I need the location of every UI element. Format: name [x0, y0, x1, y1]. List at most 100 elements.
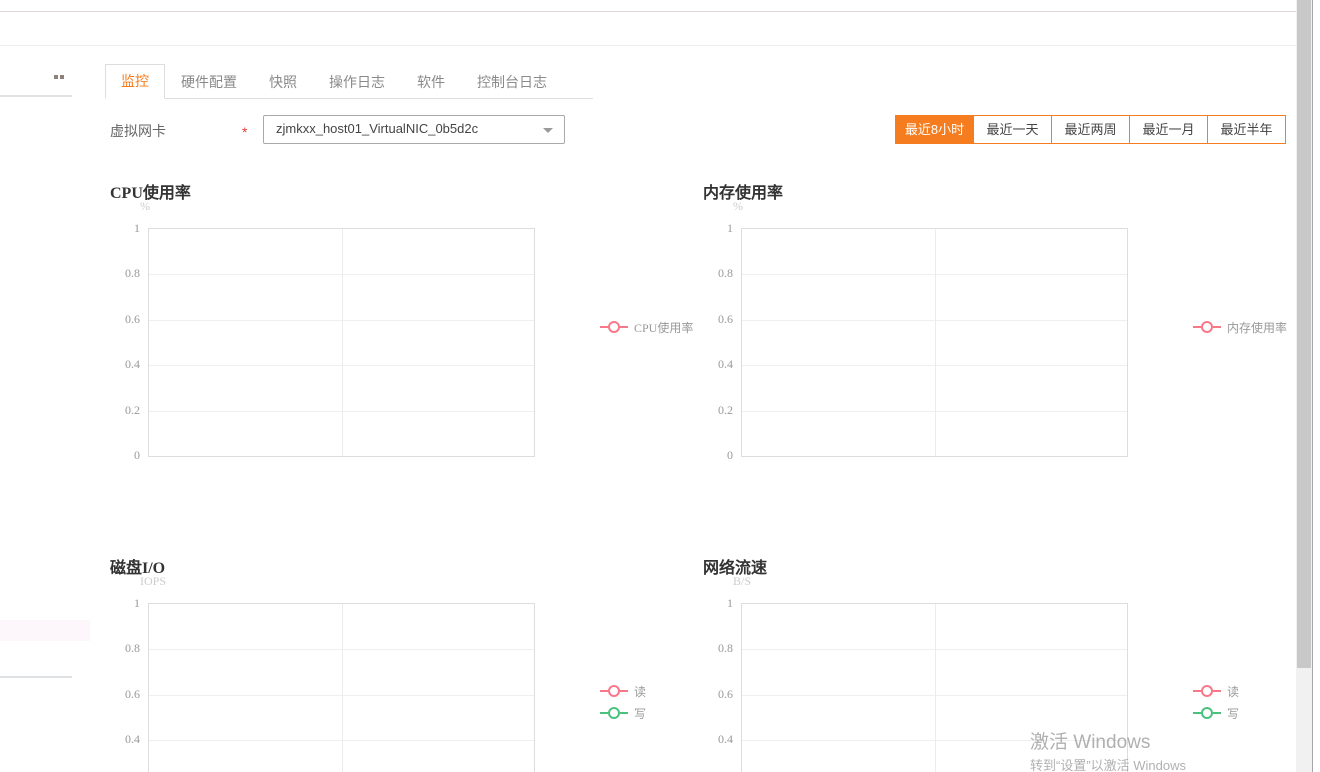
plot-area: [741, 228, 1128, 457]
left-panel-divider: [0, 95, 72, 97]
legend-marker-icon: [1213, 326, 1221, 328]
y-axis-tick: 1: [134, 596, 140, 610]
tab-operation-log[interactable]: 操作日志: [313, 66, 401, 98]
legend-item[interactable]: 写: [600, 702, 646, 724]
grid-line-vertical: [934, 604, 936, 772]
left-panel-divider-2: [0, 676, 72, 678]
time-range-6m-button[interactable]: 最近半年: [1207, 115, 1286, 144]
y-axis-tick: 1: [727, 596, 733, 610]
tab-snapshot[interactable]: 快照: [253, 66, 313, 98]
legend-marker-icon: [1193, 712, 1201, 714]
legend-marker-icon: [1193, 690, 1201, 692]
time-range-8h-button[interactable]: 最近8小时: [895, 115, 974, 144]
required-asterisk: *: [242, 124, 248, 140]
y-axis-tick: 0.8: [125, 266, 140, 281]
collapsed-menu-icon[interactable]: [54, 75, 68, 81]
y-axis-unit-label: B/S: [733, 574, 752, 588]
y-axis-tick: 0.8: [125, 641, 140, 656]
legend-item[interactable]: CPU使用率: [600, 316, 693, 338]
y-axis-tick: 0.4: [718, 357, 733, 372]
time-range-button-group: 最近8小时 最近一天 最近两周 最近一月 最近半年: [895, 115, 1286, 144]
y-axis-tick: 1: [727, 221, 733, 235]
grid-line-vertical: [341, 604, 343, 772]
tab-bar: 监控 硬件配置 快照 操作日志 软件 控制台日志: [105, 64, 593, 99]
y-axis-tick: 0.2: [125, 402, 140, 417]
chart-disk-io: 磁盘I/O IOPS 10.80.60.40.20 读写: [110, 538, 655, 772]
legend-marker-icon: [600, 690, 608, 692]
legend-marker-icon: [1193, 326, 1201, 328]
legend-marker-icon: [1213, 712, 1221, 714]
left-panel-highlight: [0, 620, 90, 641]
y-axis-tick: 0.4: [125, 732, 140, 747]
chart-legend: 读写: [1193, 680, 1239, 724]
tab-hardware-config[interactable]: 硬件配置: [165, 66, 253, 98]
legend-marker-icon: [600, 326, 608, 328]
virtual-nic-selected-value: zjmkxx_host01_VirtualNIC_0b5d2c: [276, 121, 479, 136]
legend-marker-icon: [1213, 690, 1221, 692]
chart-legend: 读写: [600, 680, 646, 724]
y-axis-tick: 1: [134, 221, 140, 235]
legend-marker-icon: [608, 321, 620, 333]
y-axis-tick: 0: [727, 448, 733, 462]
chart-cpu-usage: CPU使用率 % 1 0.8 0.6 0.4 0.2 0 CPU使用率: [110, 163, 693, 483]
chart-legend: 内存使用率: [1193, 316, 1287, 338]
legend-marker-icon: [620, 326, 628, 328]
chevron-down-icon: [543, 128, 553, 133]
tab-monitoring[interactable]: 监控: [105, 64, 165, 99]
time-range-1m-button[interactable]: 最近一月: [1129, 115, 1208, 144]
plot-area: [148, 603, 535, 772]
y-axis-tick: 0.6: [125, 686, 140, 701]
y-axis-unit-label: %: [140, 199, 150, 213]
chart-legend: CPU使用率: [600, 316, 693, 338]
window-edge-gutter: [1313, 0, 1320, 772]
vertical-scrollbar[interactable]: [1296, 0, 1312, 772]
tab-console-log[interactable]: 控制台日志: [461, 66, 563, 98]
virtual-nic-label: 虚拟网卡: [110, 123, 166, 139]
y-axis-tick: 0.4: [718, 732, 733, 747]
y-axis: 10.80.60.40.20: [110, 538, 140, 772]
legend-label: 内存使用率: [1227, 320, 1288, 335]
vm-monitoring-page: 监控 硬件配置 快照 操作日志 软件 控制台日志 虚拟网卡 * zjmkxx_host01…: [0, 0, 1320, 772]
virtual-nic-select[interactable]: zjmkxx_host01_VirtualNIC_0b5d2c: [263, 115, 565, 144]
y-axis-unit-label: %: [733, 199, 743, 213]
y-axis: 10.80.60.40.20: [703, 538, 733, 772]
legend-marker-icon: [1201, 685, 1213, 697]
chart-memory-usage: 内存使用率 % 1 0.8 0.6 0.4 0.2 0 内存使用率: [703, 163, 1287, 483]
legend-marker-icon: [1201, 321, 1213, 333]
legend-label: 读: [1227, 684, 1240, 699]
legend-item[interactable]: 写: [1193, 702, 1239, 724]
legend-marker-icon: [1201, 707, 1213, 719]
y-axis-tick: 0.6: [718, 686, 733, 701]
top-divider: [0, 11, 1320, 12]
y-axis: 1 0.8 0.6 0.4 0.2 0: [703, 163, 733, 463]
time-range-2w-button[interactable]: 最近两周: [1051, 115, 1130, 144]
legend-item[interactable]: 读: [600, 680, 646, 702]
grid-line-vertical: [934, 229, 936, 456]
scrollbar-thumb[interactable]: [1297, 0, 1311, 668]
y-axis-tick: 0.8: [718, 641, 733, 656]
plot-area: [741, 603, 1128, 772]
legend-item[interactable]: 内存使用率: [1193, 316, 1287, 338]
tab-software[interactable]: 软件: [401, 66, 461, 98]
legend-label: CPU使用率: [634, 320, 694, 335]
time-range-1d-button[interactable]: 最近一天: [973, 115, 1052, 144]
y-axis-tick: 0.4: [125, 357, 140, 372]
legend-marker-icon: [620, 690, 628, 692]
y-axis-tick: 0.2: [718, 402, 733, 417]
y-axis-tick: 0.6: [718, 311, 733, 326]
legend-marker-icon: [608, 685, 620, 697]
y-axis-tick: 0.6: [125, 311, 140, 326]
y-axis-tick: 0: [134, 448, 140, 462]
y-axis-tick: 0.8: [718, 266, 733, 281]
toolbar-divider: [0, 45, 1320, 46]
legend-item[interactable]: 读: [1193, 680, 1239, 702]
legend-label: 读: [634, 684, 647, 699]
chart-network-speed: 网络流速 B/S 10.80.60.40.20 读写: [703, 538, 1248, 772]
grid-line-vertical: [341, 229, 343, 456]
legend-label: 写: [1227, 706, 1240, 721]
legend-marker-icon: [608, 707, 620, 719]
legend-marker-icon: [620, 712, 628, 714]
y-axis: 1 0.8 0.6 0.4 0.2 0: [110, 163, 140, 463]
y-axis-unit-label: IOPS: [140, 574, 167, 588]
legend-marker-icon: [600, 712, 608, 714]
